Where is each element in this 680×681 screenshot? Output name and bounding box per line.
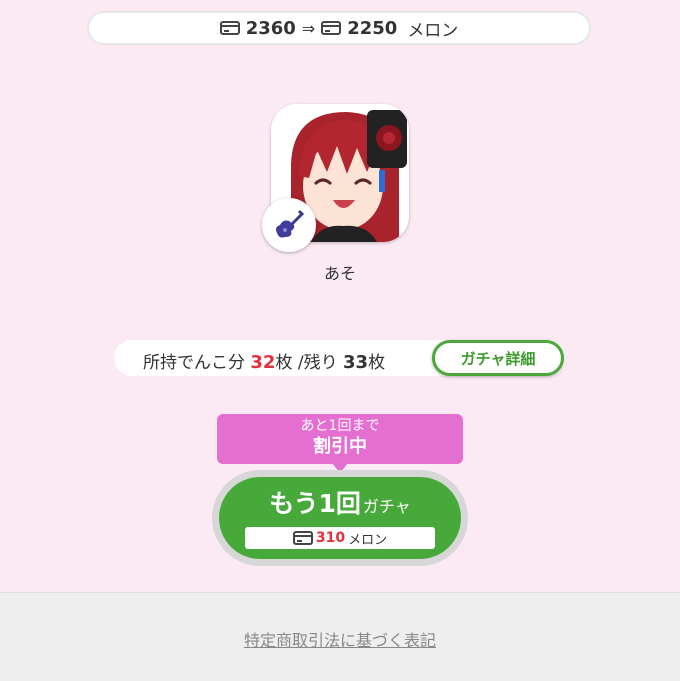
owned-count: 32 xyxy=(250,352,276,373)
card-icon xyxy=(219,21,240,35)
owned-unit: 枚 xyxy=(275,353,293,373)
remaining-label: /残り xyxy=(292,353,338,373)
remaining-unit: 枚 xyxy=(368,353,386,373)
card-icon xyxy=(292,531,313,545)
owned-prefix: 所持でんこ分 xyxy=(143,353,245,373)
discount-tag: あと1回まで 割引中 xyxy=(217,414,463,473)
balance-unit: メロン xyxy=(407,20,459,41)
gacha-title-big: もう1回 xyxy=(269,489,361,518)
guitar-icon xyxy=(262,198,316,252)
discount-line2: 割引中 xyxy=(313,436,367,457)
discount-line1: あと1回まで xyxy=(300,418,380,434)
card-icon xyxy=(321,21,342,35)
arrow-icon: ⇒ xyxy=(301,18,316,38)
remaining-count: 33 xyxy=(343,352,369,373)
gacha-title-small: ガチャ xyxy=(362,497,411,516)
gacha-price-unit: メロン xyxy=(348,532,388,548)
gacha-detail-button[interactable]: ガチャ詳細 xyxy=(432,340,564,376)
balance-bar: 2360 ⇒ 2250 メロン xyxy=(87,11,591,45)
legal-notice-link[interactable]: 特定商取引法に基づく表記 xyxy=(0,627,680,651)
balance-before: 2360 xyxy=(245,17,296,39)
owned-info: 所持でんこ分 32枚 /残り 33枚 xyxy=(143,348,385,373)
price-pill[interactable]: 310 メロン xyxy=(245,527,435,549)
gacha-button-title[interactable]: もう1回 ガチャ xyxy=(219,484,461,520)
gacha-price: 310 xyxy=(315,530,346,546)
character-name: あそ xyxy=(323,264,356,283)
balance-after: 2250 xyxy=(347,17,398,39)
